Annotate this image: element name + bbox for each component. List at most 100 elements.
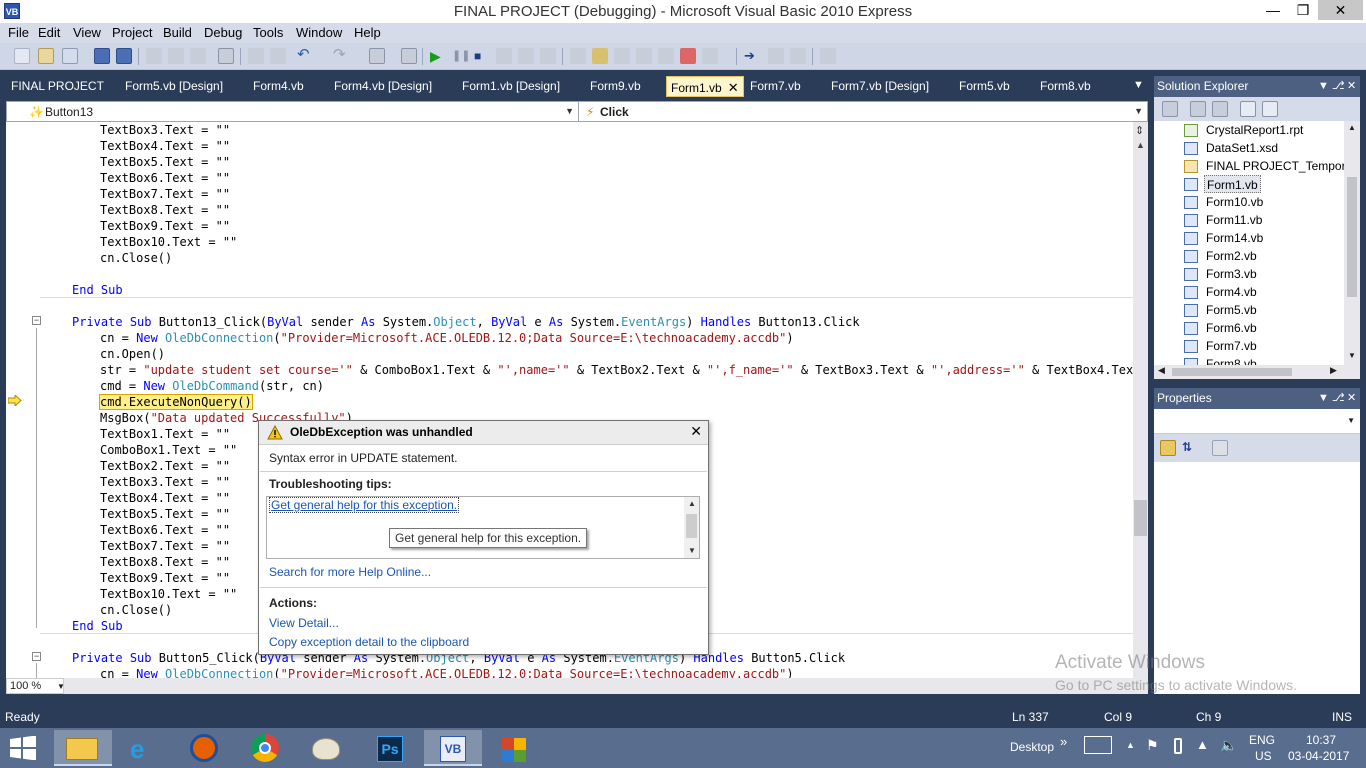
tab-form4-design[interactable]: Form4.vb [Design] bbox=[334, 76, 432, 97]
uncomment-icon[interactable] bbox=[270, 48, 286, 64]
visual-basic-icon[interactable]: VB bbox=[424, 730, 482, 766]
photoshop-icon[interactable]: Ps bbox=[361, 730, 419, 766]
pin-icon[interactable]: ⎇ bbox=[1332, 76, 1345, 96]
new-project-icon[interactable] bbox=[14, 48, 30, 64]
office-icon[interactable] bbox=[484, 730, 542, 766]
scroll-left-icon[interactable]: ◀ bbox=[1158, 365, 1165, 376]
save-icon[interactable] bbox=[94, 48, 110, 64]
scroll-thumb[interactable] bbox=[686, 514, 697, 538]
toolbar-expand-icon[interactable]: » bbox=[1060, 734, 1067, 749]
volume-icon[interactable]: 🔈 bbox=[1220, 737, 1237, 754]
comment-icon[interactable] bbox=[248, 48, 264, 64]
editor-vertical-scrollbar[interactable]: ⇕ ▲ bbox=[1133, 122, 1148, 678]
open-file-icon[interactable] bbox=[62, 48, 78, 64]
close-icon[interactable]: ✕ bbox=[1347, 388, 1356, 408]
properties-icon[interactable] bbox=[1162, 101, 1178, 117]
collapse-region-icon[interactable]: − bbox=[32, 652, 41, 661]
object-browser-icon[interactable] bbox=[658, 48, 674, 64]
close-icon[interactable]: ✕ bbox=[690, 423, 702, 440]
tab-form1[interactable]: Form1.vb ✕ bbox=[666, 76, 744, 97]
tree-item[interactable]: Form4.vb bbox=[1206, 283, 1257, 301]
menu-project[interactable]: Project bbox=[112, 25, 152, 40]
input-language[interactable]: ENG bbox=[1249, 733, 1275, 747]
stop-debugging-icon[interactable]: ■ bbox=[474, 48, 490, 64]
next-bookmark-icon[interactable] bbox=[790, 48, 806, 64]
cut-icon[interactable] bbox=[146, 48, 162, 64]
tab-overflow-icon[interactable]: ▼ bbox=[1133, 79, 1144, 91]
toolbox-icon[interactable] bbox=[680, 48, 696, 64]
show-all-files-icon[interactable] bbox=[1190, 101, 1206, 117]
menu-help[interactable]: Help bbox=[354, 25, 381, 40]
tree-item[interactable]: FINAL PROJECT_Tempora bbox=[1206, 157, 1344, 175]
file-explorer-icon[interactable] bbox=[54, 730, 112, 766]
property-pages-icon[interactable] bbox=[1212, 440, 1228, 456]
tree-item[interactable]: Form7.vb bbox=[1206, 337, 1257, 355]
collapse-region-icon[interactable]: − bbox=[32, 316, 41, 325]
tips-scrollbar[interactable]: ▲ ▼ bbox=[684, 497, 699, 558]
customize-toolbar-icon[interactable] bbox=[820, 48, 836, 64]
clock-date[interactable]: 03-04-2017 bbox=[1288, 749, 1349, 763]
menu-file[interactable]: File bbox=[8, 25, 29, 40]
save-all-icon[interactable] bbox=[116, 48, 132, 64]
desktop-toolbar-label[interactable]: Desktop bbox=[1010, 740, 1054, 754]
tree-item[interactable]: Form10.vb bbox=[1206, 193, 1263, 211]
show-next-statement-icon[interactable] bbox=[496, 48, 512, 64]
tree-item-selected[interactable]: Form1.vb bbox=[1204, 175, 1261, 193]
continue-icon[interactable]: ▶ bbox=[430, 48, 446, 64]
scroll-thumb[interactable] bbox=[1134, 500, 1147, 536]
tree-item[interactable]: Form2.vb bbox=[1206, 247, 1257, 265]
tab-form5-design[interactable]: Form5.vb [Design] bbox=[125, 76, 223, 97]
copy-icon[interactable] bbox=[168, 48, 184, 64]
scroll-down-icon[interactable]: ▼ bbox=[688, 546, 696, 555]
step-out-icon[interactable] bbox=[570, 48, 586, 64]
break-all-icon[interactable]: ❚❚ bbox=[452, 48, 470, 64]
tree-item[interactable]: Form11.vb bbox=[1206, 211, 1262, 229]
solution-vertical-scrollbar[interactable]: ▲ ▼ bbox=[1344, 121, 1360, 365]
object-dropdown[interactable]: ✨ Button13 ▼ bbox=[7, 102, 579, 121]
bookmark-icon[interactable] bbox=[768, 48, 784, 64]
menu-view[interactable]: View bbox=[73, 25, 101, 40]
tree-item[interactable]: Form6.vb bbox=[1206, 319, 1257, 337]
tab-form5[interactable]: Form5.vb bbox=[959, 76, 1010, 97]
undo-icon[interactable]: ↶ bbox=[297, 47, 313, 64]
navigate-back-icon[interactable] bbox=[369, 48, 385, 64]
menu-window[interactable]: Window bbox=[296, 25, 342, 40]
clock-time[interactable]: 10:37 bbox=[1306, 733, 1336, 747]
tree-item[interactable]: Form8.vb bbox=[1206, 355, 1257, 365]
firefox-icon[interactable] bbox=[176, 730, 234, 766]
properties-icon[interactable] bbox=[636, 48, 652, 64]
scroll-thumb[interactable] bbox=[1172, 368, 1292, 376]
scroll-up-icon[interactable]: ▲ bbox=[1136, 140, 1145, 150]
scroll-up-icon[interactable]: ▲ bbox=[1348, 123, 1356, 132]
tab-form4[interactable]: Form4.vb bbox=[253, 76, 304, 97]
find-icon[interactable] bbox=[218, 48, 234, 64]
tree-item[interactable]: DataSet1.xsd bbox=[1206, 139, 1278, 157]
menu-edit[interactable]: Edit bbox=[38, 25, 60, 40]
scroll-down-icon[interactable]: ▼ bbox=[1348, 351, 1356, 360]
close-window-button[interactable]: ✕ bbox=[1318, 0, 1363, 20]
tree-item[interactable]: Form3.vb bbox=[1206, 265, 1257, 283]
copy-exception-detail-link[interactable]: Copy exception detail to the clipboard bbox=[269, 635, 469, 649]
tab-form9[interactable]: Form9.vb bbox=[590, 76, 641, 97]
restore-button[interactable]: ❐ bbox=[1285, 0, 1321, 20]
find-in-files-icon[interactable] bbox=[592, 48, 608, 64]
search-help-online-link[interactable]: Search for more Help Online... bbox=[269, 565, 431, 579]
tree-item[interactable]: CrystalReport1.rpt bbox=[1206, 121, 1303, 139]
view-code-icon[interactable] bbox=[1240, 101, 1256, 117]
redo-icon[interactable]: ↷ bbox=[333, 47, 349, 64]
tab-final-project[interactable]: FINAL PROJECT bbox=[11, 76, 104, 97]
splitter-icon[interactable]: ⇕ bbox=[1135, 124, 1144, 137]
zoom-dropdown[interactable]: 100 % ▼ bbox=[6, 678, 65, 694]
tree-item[interactable]: Form14.vb bbox=[1206, 229, 1263, 247]
start-page-icon[interactable] bbox=[702, 48, 718, 64]
show-hidden-icons-icon[interactable]: ▲ bbox=[1126, 740, 1135, 750]
menu-tools[interactable]: Tools bbox=[253, 25, 283, 40]
window-position-icon[interactable]: ▼ bbox=[1318, 76, 1329, 96]
view-detail-link[interactable]: View Detail... bbox=[269, 616, 339, 630]
scroll-thumb[interactable] bbox=[1347, 177, 1357, 297]
general-help-link[interactable]: Get general help for this exception. bbox=[268, 497, 460, 513]
tab-form7-design[interactable]: Form7.vb [Design] bbox=[831, 76, 929, 97]
tab-form8[interactable]: Form8.vb bbox=[1040, 76, 1091, 97]
tab-form7[interactable]: Form7.vb bbox=[750, 76, 801, 97]
add-item-icon[interactable] bbox=[38, 48, 54, 64]
